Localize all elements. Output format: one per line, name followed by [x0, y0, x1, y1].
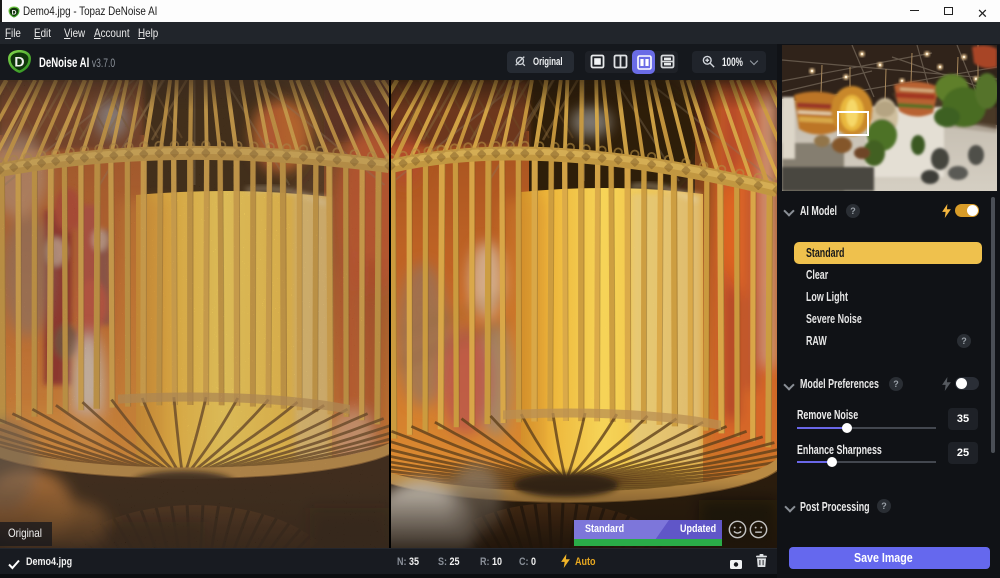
svg-text:D: D — [14, 54, 24, 70]
svg-text:D: D — [12, 10, 17, 17]
